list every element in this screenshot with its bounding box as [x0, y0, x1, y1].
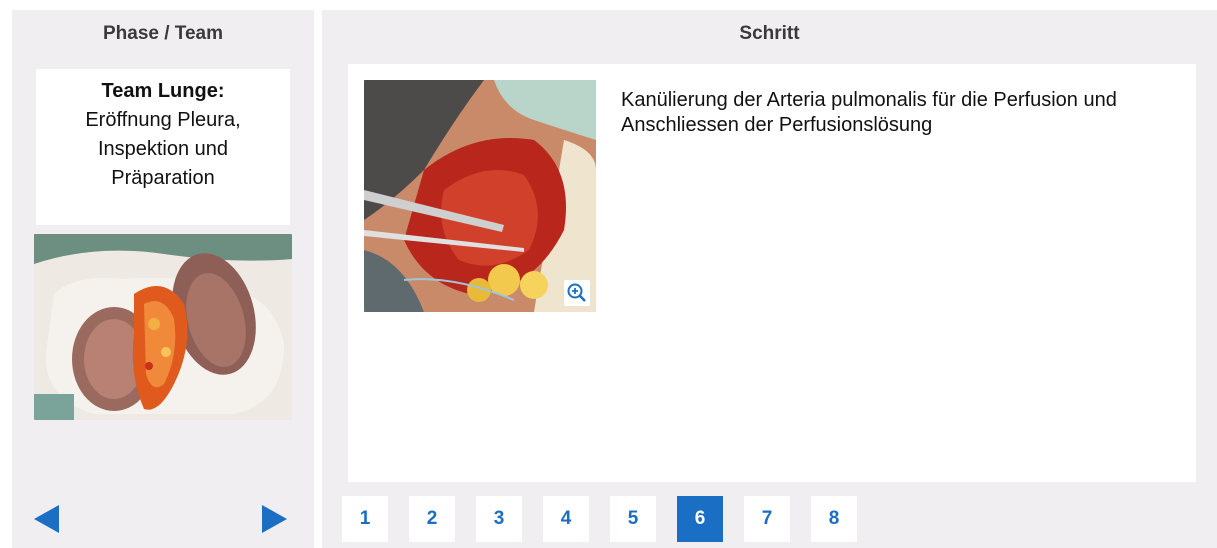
page-button-2[interactable]: 2	[409, 496, 455, 542]
zoom-in-icon-graphic	[567, 283, 586, 302]
phase-team-title: Phase / Team	[102, 23, 224, 44]
page-button-3[interactable]: 3	[476, 496, 522, 542]
lung-photo-graphic	[34, 234, 292, 420]
team-description: Eröffnung Pleura, Inspektion und Präpara…	[85, 109, 241, 189]
page-button-6-active[interactable]: 6	[677, 496, 723, 542]
step-description: Kanülierung der Arteria pulmonalis für d…	[621, 89, 1117, 136]
surgery-photo-graphic	[364, 80, 596, 312]
step-panel: Schritt Kanülierung der Arteria pulmonal…	[322, 10, 1217, 548]
zoom-in-icon[interactable]	[564, 280, 590, 306]
triangle-right-icon[interactable]	[262, 505, 287, 533]
page-button-4[interactable]: 4	[543, 496, 589, 542]
page-button-1[interactable]: 1	[342, 496, 388, 542]
page-button-7[interactable]: 7	[744, 496, 790, 542]
triangle-left-icon[interactable]	[34, 505, 59, 533]
page-button-8[interactable]: 8	[811, 496, 857, 542]
lung-photo	[34, 234, 292, 420]
surgery-photo[interactable]	[364, 80, 596, 312]
step-content: Kanülierung der Arteria pulmonalis für d…	[348, 64, 1196, 482]
team-name: Team Lunge:	[101, 80, 225, 102]
phase-team-panel: Phase / Team Team Lunge: Eröffnung Pleur…	[12, 10, 314, 548]
team-info-box: Team Lunge: Eröffnung Pleura, Inspektion…	[36, 69, 290, 225]
step-title: Schritt	[739, 23, 800, 44]
page-button-5[interactable]: 5	[610, 496, 656, 542]
step-pager: 1 2 3 4 5 6 7 8	[342, 496, 857, 542]
